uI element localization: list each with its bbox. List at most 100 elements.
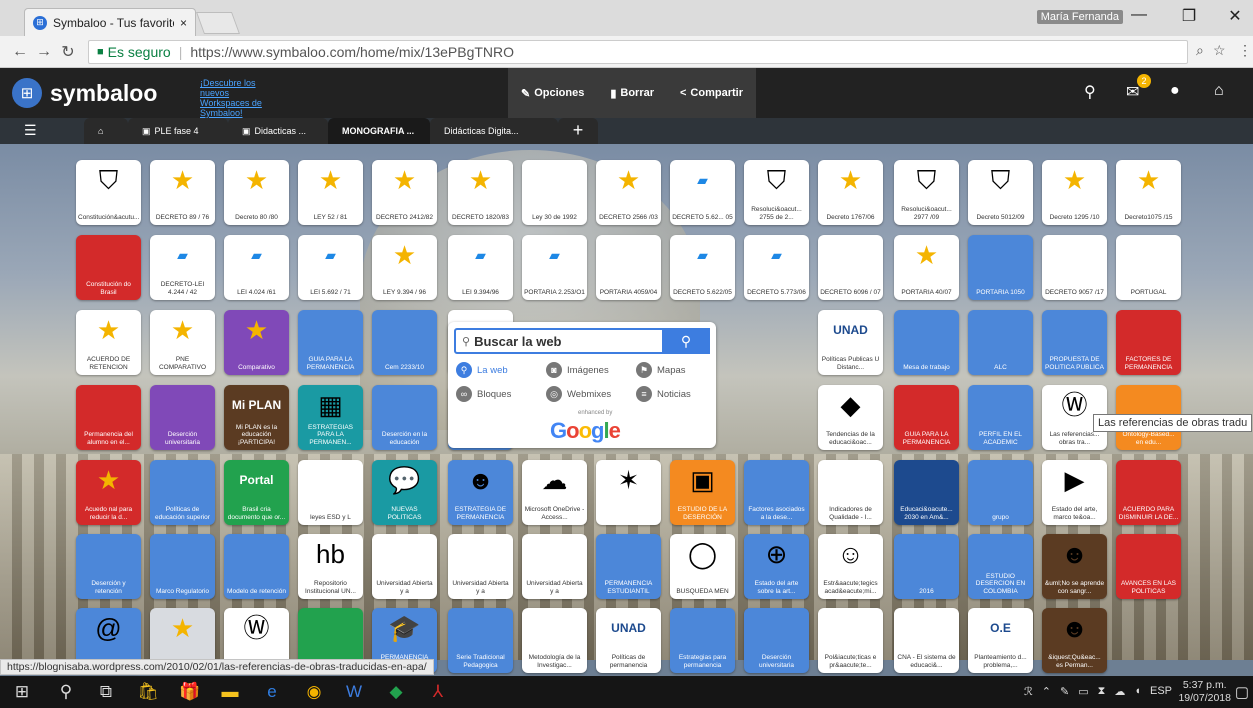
tile[interactable]: 2016 [894, 534, 959, 599]
tile[interactable]: O.E Planteamiento d... problema,... [968, 608, 1033, 673]
tile[interactable]: Constitución do Brasil [76, 235, 141, 300]
tile[interactable]: ☻ &uml;No se aprende con sangr... [1042, 534, 1107, 599]
tile[interactable]: leyes ESD y L [298, 460, 363, 525]
tile[interactable]: ★ Decreto 1767/06 [818, 160, 883, 225]
tile[interactable]: ⛉ Decreto 5012/09 [968, 160, 1033, 225]
tile[interactable]: ★ Acuedo nal para reducir la d... [76, 460, 141, 525]
tile[interactable]: Estrategias para permanencia [670, 608, 735, 673]
people-icon[interactable]: ℛ [1024, 685, 1033, 698]
tile[interactable]: ★ Comparativo [224, 310, 289, 375]
tab-home[interactable]: ⌂ [84, 118, 128, 144]
tile[interactable]: PERFIL EN EL ACADEMIC [968, 385, 1033, 450]
symbaloo-logo[interactable]: ⊞ symbaloo [12, 78, 157, 108]
tile[interactable]: Serie Tradicional Pedagogica [448, 608, 513, 673]
tile[interactable]: DECRETO 9057 /17 [1042, 235, 1107, 300]
word-icon[interactable]: W [340, 682, 368, 702]
tile[interactable]: ⊕ Estado del arte sobre la art... [744, 534, 809, 599]
tile[interactable]: ★ PORTARIA 40/07 [894, 235, 959, 300]
search-option-maps[interactable]: ⚑ Mapas [636, 362, 686, 378]
tile[interactable]: Metodología de la Investigac... [522, 608, 587, 673]
tile[interactable]: ★ PNE COMPARATIVO [150, 310, 215, 375]
tile[interactable]: Mesa de trabajo [894, 310, 959, 375]
tile[interactable]: ★ Decreto 80 /80 [224, 160, 289, 225]
tile[interactable]: ▰ LEI 5.692 / 71 [298, 235, 363, 300]
zoom-icon[interactable]: ⌕ [1196, 42, 1204, 59]
tile[interactable]: Universidad Abierta y a [522, 534, 587, 599]
battery-icon[interactable]: ▭ [1078, 685, 1088, 698]
store-icon[interactable]: 🛍 [134, 682, 162, 702]
tile[interactable]: Universidad Abierta y a [448, 534, 513, 599]
tile[interactable]: PORTARIA 4059/04 [596, 235, 661, 300]
search-option-blocks[interactable]: ∞ Bloques [456, 386, 511, 402]
tile[interactable]: Políticas de educación superior [150, 460, 215, 525]
tile[interactable]: GUIA PARA LA PERMANENCIA [298, 310, 363, 375]
close-window-icon[interactable]: ✕ [1220, 6, 1250, 26]
tile[interactable]: ★ LEY 52 / 81 [298, 160, 363, 225]
tile[interactable]: Educaci&oacute... 2030 en Am&... [894, 460, 959, 525]
browser-tab[interactable]: ⊞ Symbaloo - Tus favoritos × [24, 8, 196, 36]
tile[interactable]: Ley 30 de 1992 [522, 160, 587, 225]
tile[interactable]: Deserción universitaria [150, 385, 215, 450]
tile[interactable]: ◯ BUSQUEDA MEN [670, 534, 735, 599]
tab-ple-fase-4[interactable]: ▣ PLE fase 4 [128, 118, 228, 144]
task-view-icon[interactable]: ⧉ [92, 682, 120, 702]
tile[interactable]: ▰ DECRETO-LEI 4.244 / 42 [150, 235, 215, 300]
network-icon[interactable]: ⧗ [1098, 685, 1106, 698]
tile[interactable]: PERMANENCIA ESTUDIANTIL [596, 534, 661, 599]
add-webmix-button[interactable]: + [558, 118, 598, 144]
tile[interactable]: ACUERDO PARA DISMINUIR LA DE... [1116, 460, 1181, 525]
app-icon[interactable]: ◆ [382, 682, 410, 702]
tile[interactable]: Deserción universitaria [744, 608, 809, 673]
tile[interactable]: ✶ [596, 460, 661, 525]
tile[interactable]: FACTORES DE PERMANENCIA [1116, 310, 1181, 375]
language-indicator[interactable]: ESP [1150, 685, 1172, 698]
tile[interactable]: PORTUGAL [1116, 235, 1181, 300]
maximize-icon[interactable]: ❐ [1174, 6, 1204, 26]
tile[interactable]: ⛉ Resoluci&oacut... 2755 de 2... [744, 160, 809, 225]
browser-user-name[interactable]: María Fernanda [1036, 10, 1123, 24]
tile[interactable]: Indicadores de Qualidade - I... [818, 460, 883, 525]
search-option-web[interactable]: ⚲ La web [456, 362, 508, 378]
tile[interactable]: Mi PLAN Mi PLAN es la educación ¡PARTICIP… [224, 385, 289, 450]
new-tab-button[interactable] [195, 12, 241, 34]
windows-start-icon[interactable]: ⊞ [8, 682, 36, 702]
workspaces-promo-link[interactable]: ¡Descubre los nuevos Workspaces de Symba… [200, 78, 270, 118]
grid-view-icon[interactable]: ☰ [24, 122, 37, 139]
tile[interactable]: ⛉ Constitución&acutu...Políticau... [76, 160, 141, 225]
gift-icon[interactable]: 🎁 [176, 682, 204, 702]
tile[interactable]: Deserción en la educación [372, 385, 437, 450]
back-icon[interactable]: ← [8, 43, 32, 61]
tile[interactable]: ★ DECRETO 89 / 76 [150, 160, 215, 225]
home-icon[interactable]: ⌂ [1214, 82, 1224, 100]
notifications-icon[interactable]: ▢ [1235, 683, 1249, 701]
delete-button[interactable]: ▮ Borrar [610, 87, 654, 100]
tile[interactable]: UNAD Políticas Publicas U Distanc... [818, 310, 883, 375]
url-field[interactable]: ■ Es seguro | https://www.symbaloo.com/h… [88, 40, 1188, 64]
tile[interactable]: Pol&iacute;ticas e pr&aacute;te... [818, 608, 883, 673]
tile[interactable]: PROPUESTA DE POLITICA PUBLICA [1042, 310, 1107, 375]
tile[interactable]: DECRETO 6096 / 07 [818, 235, 883, 300]
tile[interactable]: ★ LEY 9.394 / 96 [372, 235, 437, 300]
tile[interactable]: ☻ &iquest;Qu&eac... es Perman... [1042, 608, 1107, 673]
bookmark-star-icon[interactable]: ☆ [1213, 42, 1226, 59]
file-explorer-icon[interactable]: ▬ [216, 682, 244, 702]
tile[interactable]: Portal Brasil cria documento que or... [224, 460, 289, 525]
pen-icon[interactable]: ✎ [1060, 685, 1069, 698]
share-button[interactable]: < Compartir [680, 87, 743, 99]
tab-didacticas[interactable]: ▣ Didacticas ... [228, 118, 328, 144]
tile[interactable]: ★ Decreto1075 /15 [1116, 160, 1181, 225]
tile[interactable]: Permanencia del alumno en el... [76, 385, 141, 450]
tile[interactable]: ▰ LEI 4.024 /61 [224, 235, 289, 300]
search-option-images[interactable]: ◙ Imágenes [546, 362, 609, 378]
tile[interactable]: Cem 2233/10 [372, 310, 437, 375]
search-option-webmixes[interactable]: ◎ Webmixes [546, 386, 611, 402]
tile[interactable]: ▶ Estado del arte, marco te&oa... [1042, 460, 1107, 525]
tile[interactable]: ▰ DECRETO 5.62... 05 [670, 160, 735, 225]
menu-dots-icon[interactable]: ⋮ [1238, 42, 1252, 59]
tile[interactable]: ▰ DECRETO 5.773/06 [744, 235, 809, 300]
onedrive-icon[interactable]: ☁ [1114, 685, 1125, 698]
minimize-icon[interactable]: — [1124, 6, 1154, 24]
search-button[interactable]: ⚲ [662, 328, 710, 354]
tile[interactable]: ★ ACUERDO DE RETENCION [76, 310, 141, 375]
tile[interactable]: ALC [968, 310, 1033, 375]
